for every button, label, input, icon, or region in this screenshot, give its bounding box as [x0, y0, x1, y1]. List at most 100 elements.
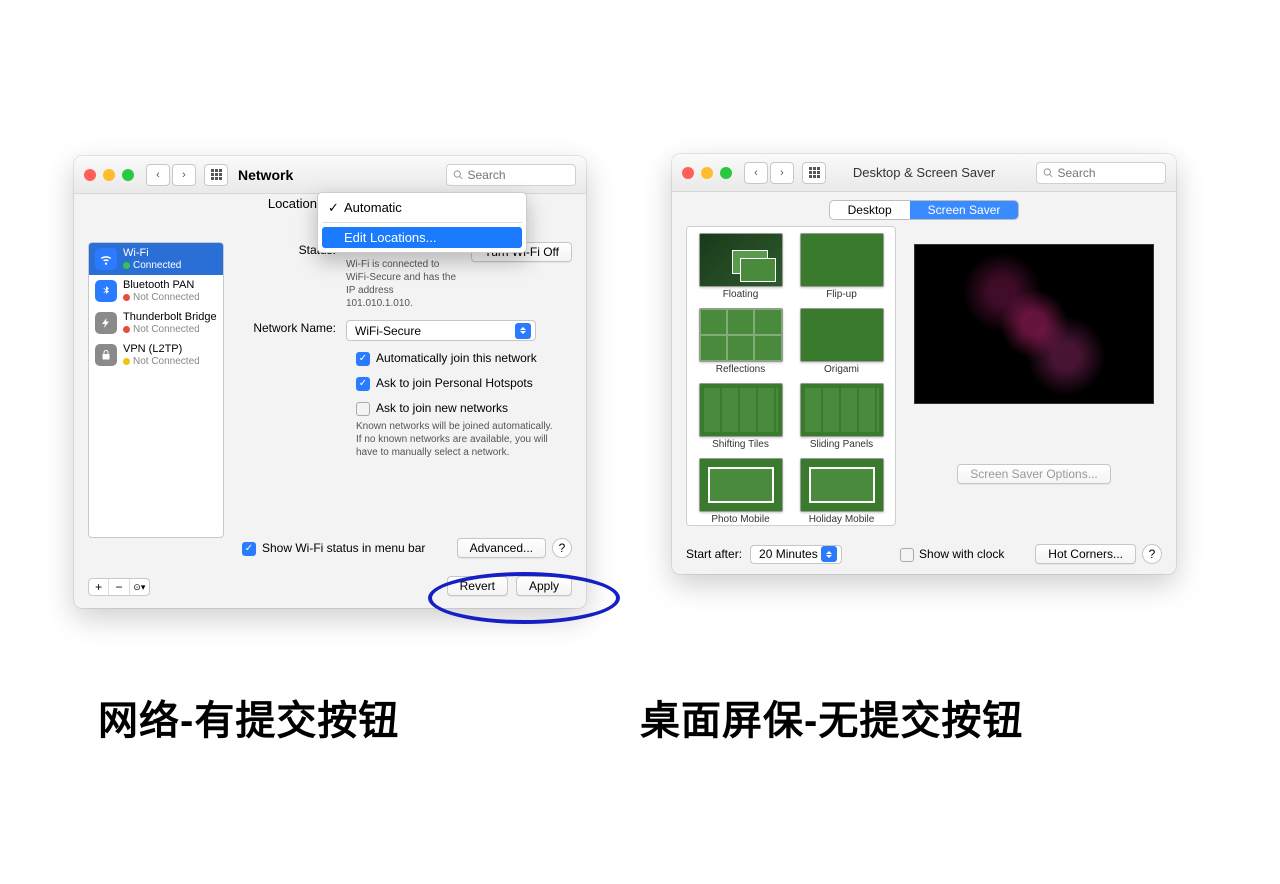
start-after-label: Start after: [686, 547, 742, 561]
network-columns: Wi-Fi Connected Bluetooth PAN Not Connec… [88, 242, 572, 538]
nav-arrows: ‹ › [146, 164, 196, 186]
screensaver-main: Floating Flip-up Reflections Origami Shi… [672, 226, 1176, 526]
show-all-button[interactable] [802, 162, 826, 184]
status-label: Status: [238, 243, 346, 310]
ask-new-checkbox-row[interactable]: Ask to join new networks [356, 401, 572, 416]
checkbox-icon [900, 548, 914, 562]
location-menu-automatic[interactable]: Automatic [322, 197, 522, 218]
thumb-sliding-panels[interactable]: Sliding Panels [794, 383, 889, 450]
lock-icon [95, 344, 117, 366]
checkbox-icon [356, 402, 370, 416]
add-connection-button[interactable]: + [89, 579, 109, 595]
window-title: Desktop & Screen Saver [853, 165, 995, 180]
thumb-flipup[interactable]: Flip-up [794, 233, 889, 300]
search-input[interactable] [468, 168, 570, 182]
show-all-button[interactable] [204, 164, 228, 186]
thumb-grid: Floating Flip-up Reflections Origami Shi… [693, 233, 889, 526]
connection-thunderbolt[interactable]: Thunderbolt Bridge Not Connected [89, 307, 223, 339]
back-button[interactable]: ‹ [146, 164, 170, 186]
start-after-select[interactable]: 20 Minutes [750, 545, 842, 564]
connection-gear-button[interactable]: ⊙▾ [130, 579, 149, 595]
search-input[interactable] [1058, 166, 1160, 180]
tab-bar: Desktop Screen Saver [672, 192, 1176, 226]
hot-corners-button[interactable]: Hot Corners... [1035, 544, 1136, 564]
titlebar: ‹ › Network [74, 156, 586, 194]
show-menubar-checkbox-row[interactable]: Show Wi-Fi status in menu bar [242, 541, 425, 556]
checkbox-icon [356, 377, 370, 391]
status-dot-icon [123, 294, 130, 301]
connections-list: Wi-Fi Connected Bluetooth PAN Not Connec… [88, 242, 224, 538]
minimize-icon[interactable] [701, 167, 713, 179]
minimize-icon[interactable] [103, 169, 115, 181]
screensaver-options-button[interactable]: Screen Saver Options... [957, 464, 1110, 484]
connection-detail: Status: Connected Wi-Fi is connected to … [238, 242, 572, 538]
window-controls [84, 169, 134, 181]
zoom-icon[interactable] [122, 169, 134, 181]
thumb-reflections[interactable]: Reflections [693, 308, 788, 375]
screensaver-prefs-window: ‹ › Desktop & Screen Saver Desktop Scree… [672, 154, 1176, 574]
network-name-value: WiFi-Secure [355, 324, 421, 338]
checkbox-icon [356, 352, 370, 366]
revert-button[interactable]: Revert [447, 576, 508, 596]
thumb-origami[interactable]: Origami [794, 308, 889, 375]
screensaver-thumbnails[interactable]: Floating Flip-up Reflections Origami Shi… [686, 226, 896, 526]
auto-join-checkbox-row[interactable]: Automatically join this network [356, 351, 572, 366]
chevron-updown-icon [515, 323, 531, 339]
ask-new-help-text: Known networks will be joined automatica… [356, 420, 556, 459]
thumb-preview [699, 458, 783, 512]
help-button[interactable]: ? [1142, 544, 1162, 564]
preview-pane: Screen Saver Options... [906, 226, 1162, 526]
location-menu-edit[interactable]: Edit Locations... [322, 227, 522, 248]
menu-separator [322, 222, 522, 223]
advanced-button[interactable]: Advanced... [457, 538, 546, 558]
bottom-row: Show Wi-Fi status in menu bar Advanced..… [242, 538, 572, 558]
thumb-preview [699, 308, 783, 362]
forward-button[interactable]: › [770, 162, 794, 184]
network-name-select[interactable]: WiFi-Secure [346, 320, 536, 341]
status-detail: Wi-Fi is connected to WiFi-Secure and ha… [346, 258, 461, 310]
status-dot-icon [123, 326, 130, 333]
remove-connection-button[interactable]: − [109, 579, 129, 595]
close-icon[interactable] [682, 167, 694, 179]
connection-vpn[interactable]: VPN (L2TP) Not Connected [89, 339, 223, 371]
caption-right: 桌面屏保-无提交按钮 [640, 688, 1023, 746]
thumb-photo-mobile[interactable]: Photo Mobile [693, 458, 788, 525]
thumb-shifting-tiles[interactable]: Shifting Tiles [693, 383, 788, 450]
tab-screensaver[interactable]: Screen Saver [910, 201, 1019, 219]
help-button[interactable]: ? [552, 538, 572, 558]
network-body: Location Automatic Edit Locations... Wi-… [74, 194, 586, 608]
location-dropdown-menu: Automatic Edit Locations... [317, 192, 527, 253]
thumb-preview [800, 383, 884, 437]
search-field[interactable] [1036, 162, 1166, 184]
tab-desktop[interactable]: Desktop [830, 201, 910, 219]
chevron-updown-icon [821, 546, 837, 562]
ask-hotspot-checkbox-row[interactable]: Ask to join Personal Hotspots [356, 376, 572, 391]
back-button[interactable]: ‹ [744, 162, 768, 184]
search-icon [1043, 167, 1054, 179]
status-dot-icon [123, 358, 130, 365]
connection-bluetooth[interactable]: Bluetooth PAN Not Connected [89, 275, 223, 307]
connection-name: VPN (L2TP) [123, 343, 200, 356]
zoom-icon[interactable] [720, 167, 732, 179]
show-clock-checkbox-row[interactable]: Show with clock [900, 547, 1004, 562]
apply-button[interactable]: Apply [516, 576, 572, 596]
connection-wifi[interactable]: Wi-Fi Connected [89, 243, 223, 275]
thumb-preview [800, 308, 884, 362]
close-icon[interactable] [84, 169, 96, 181]
nav-arrows: ‹ › [744, 162, 794, 184]
list-footer: + − ⊙▾ [88, 578, 150, 596]
thumb-holiday-mobile[interactable]: Holiday Mobile [794, 458, 889, 525]
commit-row: Revert Apply [447, 576, 572, 596]
search-field[interactable] [446, 164, 576, 186]
checkbox-icon [242, 542, 256, 556]
screensaver-preview [914, 244, 1154, 404]
thumb-floating[interactable]: Floating [693, 233, 788, 300]
network-prefs-window: ‹ › Network Location Automatic Edit Loca… [74, 156, 586, 608]
thunderbolt-icon [95, 312, 117, 334]
status-dot-icon [123, 262, 130, 269]
window-title: Network [238, 167, 293, 183]
titlebar: ‹ › Desktop & Screen Saver [672, 154, 1176, 192]
connection-name: Bluetooth PAN [123, 279, 200, 292]
screensaver-footer: Start after: 20 Minutes Show with clock … [686, 544, 1162, 564]
forward-button[interactable]: › [172, 164, 196, 186]
